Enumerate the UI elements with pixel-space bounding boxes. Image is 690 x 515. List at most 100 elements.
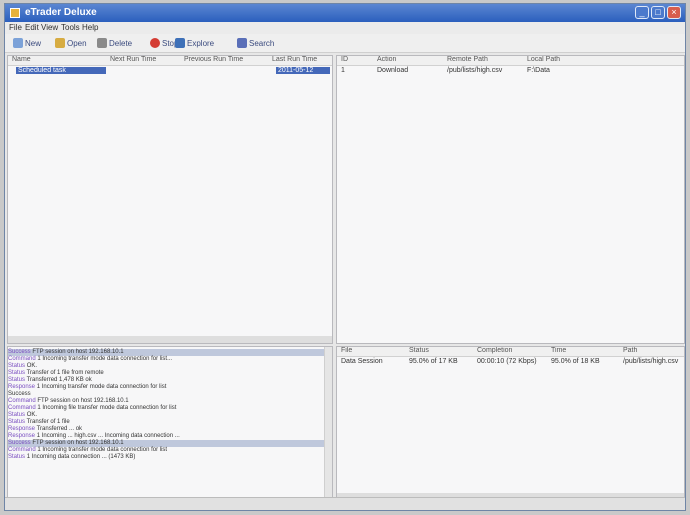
transfer-completion: 00:00:10 (72 Kbps) [477, 358, 537, 365]
menu-file[interactable]: File [9, 23, 22, 32]
log-type: Status [8, 370, 27, 376]
log-line: Success FTP session on host 192.168.10.1 [8, 440, 324, 447]
log-type: Command [8, 447, 38, 453]
col-completion[interactable]: Completion [477, 347, 512, 354]
log-pane: Success FTP session on host 192.168.10.1… [7, 346, 333, 501]
minimize-button[interactable]: _ [635, 6, 649, 19]
transfer-status: 95.0% of 17 KB [409, 358, 458, 365]
delete-button[interactable]: Delete [97, 37, 132, 49]
log-text: 1 Incoming data connection ... (1473 KB) [26, 454, 136, 460]
menu-help[interactable]: Help [82, 23, 98, 32]
log-text: 1 Incoming transfer mode data connection… [37, 447, 168, 453]
action-id: 1 [341, 67, 345, 74]
delete-label: Delete [109, 38, 133, 48]
explore-icon [175, 38, 185, 48]
log-line: Command FTP session on host 192.168.10.1 [8, 398, 324, 405]
log-text: 1 Incoming transfer mode data connection… [36, 384, 167, 390]
log-text: FTP session on host 192.168.10.1 [37, 398, 129, 404]
new-icon [13, 38, 23, 48]
log-type: Response [8, 433, 37, 439]
log-line: Status 1 Incoming data connection ... (1… [8, 454, 324, 461]
search-button[interactable]: Search [237, 37, 274, 49]
log-type: Command [8, 398, 38, 404]
status-bar [5, 497, 685, 510]
menu-view[interactable]: View [41, 23, 58, 32]
new-label: New [25, 38, 42, 48]
menu-bar: File Edit View Tools Help [5, 22, 685, 34]
log-type: Success [8, 440, 33, 446]
log-type: Status [8, 377, 27, 383]
log-line: Response 1 Incoming ... high.csv ... Inc… [8, 433, 324, 440]
col-name[interactable]: Name [12, 56, 31, 63]
stop-icon [150, 38, 160, 48]
transfer-row[interactable]: Data Session 95.0% of 17 KB 00:00:10 (72… [337, 358, 684, 367]
menu-edit[interactable]: Edit [25, 23, 39, 32]
action-type: Download [377, 67, 409, 74]
col-prev-run[interactable]: Previous Run Time [184, 56, 243, 63]
col-local-path[interactable]: Local Path [527, 56, 560, 63]
log-line: Command 1 Incoming transfer mode data co… [8, 356, 324, 363]
tasks-scrollbar-horizontal[interactable] [8, 336, 332, 343]
action-row[interactable]: 1 Download /pub/lists/high.csv F:\Data [337, 67, 684, 76]
col-action[interactable]: Action [377, 56, 396, 63]
log-text: FTP session on host 192.168.10.1 [32, 440, 124, 446]
col-next-run[interactable]: Next Run Time [110, 56, 156, 63]
tasks-pane: Name Next Run Time Previous Run Time Las… [7, 55, 333, 344]
folder-icon [55, 38, 65, 48]
action-remote: /pub/lists/high.csv [447, 67, 503, 74]
tasks-header: Name Next Run Time Previous Run Time Las… [8, 56, 332, 66]
log-line: Status Transferred 1,478 KB ok [8, 377, 324, 384]
log-scrollbar[interactable] [324, 347, 332, 500]
open-button[interactable]: Open [55, 37, 87, 49]
menu-tools[interactable]: Tools [61, 23, 80, 32]
col-id[interactable]: ID [341, 56, 348, 63]
task-name: Scheduled task [16, 67, 106, 74]
log-text: FTP session on host 192.168.10.1 [32, 349, 124, 355]
log-line: Command 1 Incoming file transfer mode da… [8, 405, 324, 412]
log-line: Response Transferred ... ok [8, 426, 324, 433]
search-icon [237, 38, 247, 48]
col-remote-path[interactable]: Remote Path [447, 56, 488, 63]
log-type: Response [8, 384, 37, 390]
log-text: OK. [26, 363, 38, 369]
explore-label: Explore [187, 38, 215, 48]
new-button[interactable]: New [13, 37, 41, 49]
transfers-header: File Status Completion Time Path [337, 347, 684, 357]
log-text: Transfer of 1 file [26, 419, 70, 425]
task-last-run: 2011-05-12 [276, 67, 330, 74]
log-line: Response 1 Incoming transfer mode data c… [8, 384, 324, 391]
log-type: Response [8, 426, 37, 432]
log-list: Success FTP session on host 192.168.10.1… [8, 349, 324, 461]
close-button[interactable]: × [667, 6, 681, 19]
log-line: Status OK. [8, 412, 324, 419]
col-last-run[interactable]: Last Run Time [272, 56, 317, 63]
actions-pane: ID Action Remote Path Local Path 1 Downl… [336, 55, 685, 344]
log-line: Success FTP session on host 192.168.10.1 [8, 349, 324, 356]
transfer-path: /pub/lists/high.csv [623, 358, 679, 365]
search-label: Search [249, 38, 275, 48]
explore-button[interactable]: Explore [175, 37, 214, 49]
title-bar: eTrader Deluxe _ □ × [5, 4, 685, 22]
log-line: Success [8, 391, 324, 398]
transfers-pane: File Status Completion Time Path Data Se… [336, 346, 685, 501]
log-line: Status OK. [8, 363, 324, 370]
log-text: OK. [26, 412, 38, 418]
log-type: Command [8, 356, 38, 362]
log-text: Success [8, 391, 31, 397]
log-text: 1 Incoming file transfer mode data conne… [37, 405, 177, 411]
task-row[interactable]: Scheduled task 2011-05-12 [8, 67, 332, 76]
log-text: Transferred 1,478 KB ok [26, 377, 92, 383]
app-icon [10, 8, 20, 18]
log-line: Status Transfer of 1 file from remote [8, 370, 324, 377]
delete-icon [97, 38, 107, 48]
col-status[interactable]: Status [409, 347, 429, 354]
log-text: Transferred ... ok [36, 426, 83, 432]
log-type: Status [8, 419, 27, 425]
col-file[interactable]: File [341, 347, 352, 354]
open-label: Open [67, 38, 87, 48]
col-path[interactable]: Path [623, 347, 637, 354]
log-type: Status [8, 412, 27, 418]
actions-header: ID Action Remote Path Local Path [337, 56, 684, 66]
col-time[interactable]: Time [551, 347, 566, 354]
maximize-button[interactable]: □ [651, 6, 665, 19]
